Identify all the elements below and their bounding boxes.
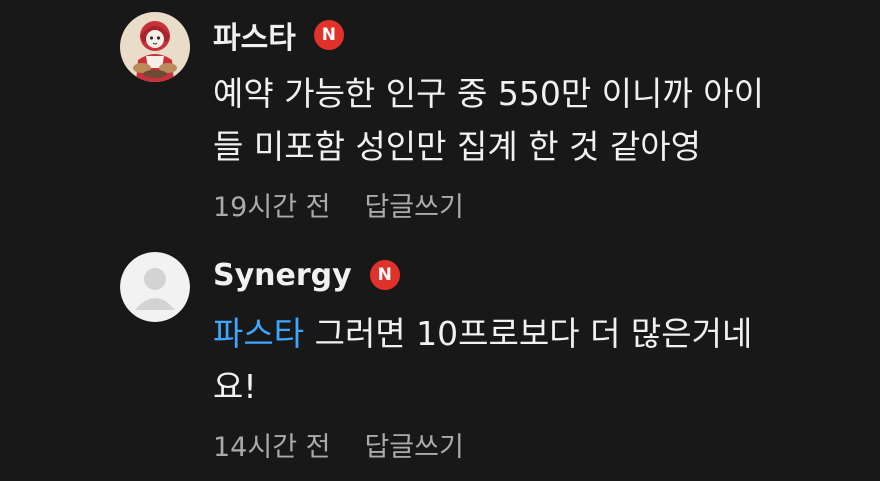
comment-meta: 19시간 전 답글쓰기 (213, 185, 860, 224)
author-row: 파스타 N (213, 12, 860, 58)
comment-line: 예약 가능한 인구 중 550만 이니까 아이 (213, 74, 764, 113)
reply-button[interactable]: 답글쓰기 (364, 425, 463, 464)
comment-text: 파스타 그러면 10프로보다 더 많은거네 요! (213, 307, 860, 413)
comment-text: 예약 가능한 인구 중 550만 이니까 아이 들 미포함 성인만 집계 한 것… (213, 67, 860, 173)
comment-body: 파스타 N 예약 가능한 인구 중 550만 이니까 아이 들 미포함 성인만 … (213, 12, 860, 224)
author-row: Synergy N (213, 252, 860, 298)
character-avatar-icon (120, 12, 190, 82)
comment-meta: 14시간 전 답글쓰기 (213, 425, 860, 464)
author-name[interactable]: 파스타 (213, 13, 296, 57)
new-badge-icon: N (369, 260, 400, 290)
timestamp: 14시간 전 (213, 432, 331, 463)
comment-line-text: 그러면 10프로보다 더 많은거네 (304, 314, 753, 353)
comment-line: 요! (213, 367, 257, 406)
author-name[interactable]: Synergy (213, 258, 352, 293)
reply-button[interactable]: 답글쓰기 (364, 185, 463, 224)
comment-body: Synergy N 파스타 그러면 10프로보다 더 많은거네 요! 14시간 … (213, 252, 860, 464)
default-user-avatar-icon (120, 252, 190, 322)
comment-line: 들 미포함 성인만 집계 한 것 같아영 (213, 127, 701, 166)
comment-line: 파스타 그러면 10프로보다 더 많은거네 (213, 307, 860, 360)
timestamp: 19시간 전 (213, 192, 331, 223)
avatar[interactable] (120, 252, 190, 322)
mention-link[interactable]: 파스타 (213, 314, 304, 353)
avatar[interactable] (120, 12, 190, 82)
new-badge-icon: N (313, 20, 344, 50)
